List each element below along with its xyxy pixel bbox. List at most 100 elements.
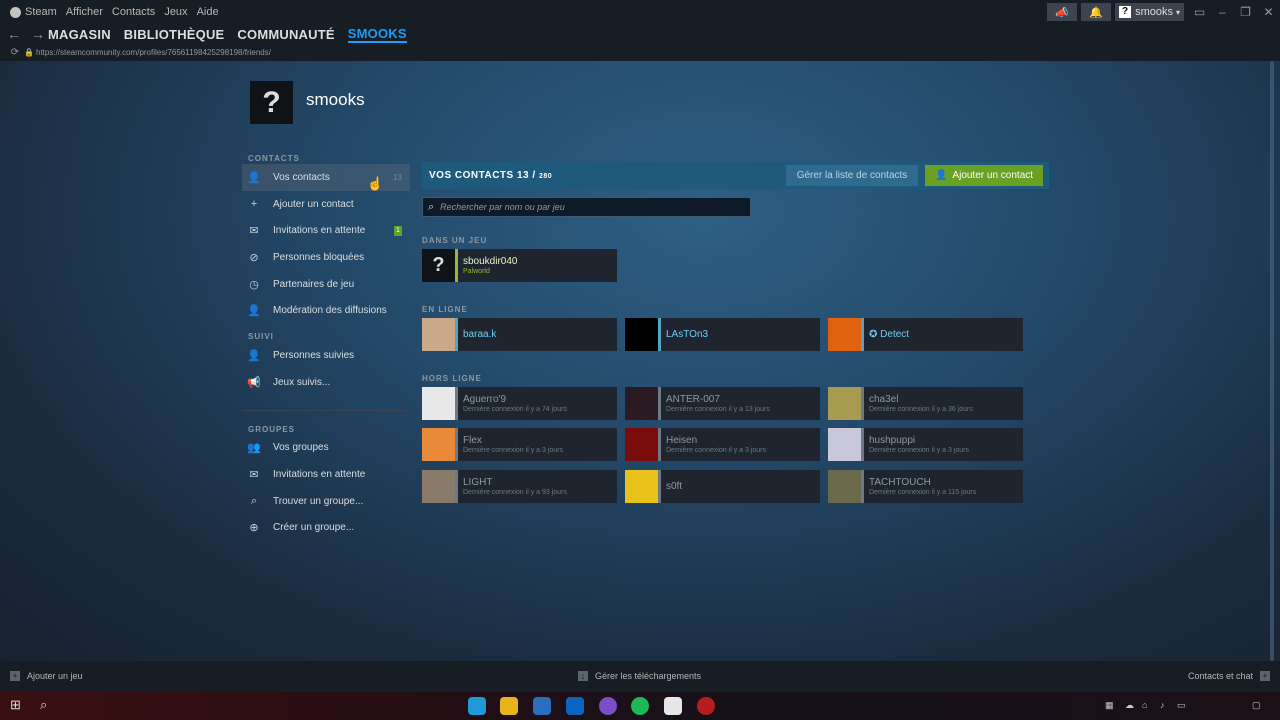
contact-card[interactable]: baraa.k <box>422 318 617 351</box>
contact-card[interactable]: s0ft <box>625 469 820 503</box>
outlook-icon[interactable] <box>566 697 584 715</box>
tray-battery-icon[interactable]: ▭ <box>1177 700 1186 711</box>
notification-center-icon[interactable]: ▢ <box>1252 700 1261 711</box>
messenger-icon[interactable] <box>599 697 617 715</box>
windows-start-icon[interactable]: ⊞ <box>10 697 28 715</box>
add-contact-label: Ajouter un contact <box>952 170 1034 181</box>
profile-avatar[interactable]: ? <box>250 81 293 124</box>
refresh-icon[interactable]: ⟳ <box>8 47 22 58</box>
contact-card[interactable]: ? sboukdir040 Palworld <box>422 249 617 282</box>
downloads-button[interactable]: ↓ Gérer les téléchargements <box>578 671 701 681</box>
contact-name: ✪ Detect <box>869 329 910 340</box>
search-input[interactable] <box>440 202 731 212</box>
tray-volume-icon[interactable]: ♪ <box>1160 700 1165 710</box>
tray-network-icon[interactable]: ⌂ <box>1142 700 1147 710</box>
sidebar-item-label: Personnes suivies <box>273 349 355 361</box>
sidebar-divider <box>242 409 410 411</box>
menu-aide[interactable]: Aide <box>197 6 219 18</box>
sidebar-item-vos-groupes[interactable]: 👥 Vos groupes <box>242 435 410 462</box>
sidebar-item-creer-groupe[interactable]: ⊕ Créer un groupe... <box>242 515 410 542</box>
scrollbar[interactable] <box>1270 61 1274 661</box>
sidebar-item-invitations[interactable]: ✉ Invitations en attente 1 <box>242 217 410 244</box>
search-icon: ⌕ <box>428 200 435 213</box>
add-game-button[interactable]: + Ajouter un jeu <box>10 671 83 681</box>
sidebar-item-jeux-suivis[interactable]: 📢 Jeux suivis... <box>242 369 410 396</box>
big-picture-icon[interactable]: ▭ <box>1188 5 1211 19</box>
contacts-max: 280 <box>538 173 553 180</box>
sidebar-item-label: Personnes bloquées <box>273 251 365 263</box>
app-icon[interactable] <box>697 697 715 715</box>
sidebar-item-vos-contacts[interactable]: 👤 Vos contacts 13 ☝ <box>242 164 410 191</box>
forward-arrow-icon[interactable]: → <box>28 26 48 42</box>
user-menu-button[interactable]: ? smooks ▾ <box>1115 3 1184 21</box>
menu-steam[interactable]: Steam <box>25 6 57 18</box>
moderation-icon: 👤 <box>247 305 261 318</box>
friends-chat-button[interactable]: Contacts et chat + <box>1188 671 1270 681</box>
contact-name: s0ft <box>666 480 683 492</box>
contact-card[interactable]: hushpuppi Dernière connexion il y a 3 jou… <box>828 428 1023 462</box>
sidebar-item-moderation[interactable]: 👤 Modération des diffusions <box>242 297 410 324</box>
sidebar-item-bloquees[interactable]: ⊘ Personnes bloquées <box>242 244 410 271</box>
spotify-icon[interactable] <box>631 697 649 715</box>
contact-status: Dernière connexion il y a 74 jours <box>463 406 567 413</box>
contact-card[interactable]: ✪ Detect <box>828 318 1023 351</box>
manage-contacts-button[interactable]: Gérer la liste de contacts <box>786 165 918 186</box>
sidebar-item-label: Créer un groupe... <box>273 522 355 534</box>
tab-communaute[interactable]: COMMUNAUTÉ <box>237 27 334 42</box>
broadcast-button[interactable]: 📣 <box>1047 3 1078 21</box>
contact-avatar <box>828 428 861 462</box>
downloads-label: Gérer les téléchargements <box>595 671 702 681</box>
plus-icon: + <box>10 671 20 681</box>
url-text[interactable]: https://steamcommunity.com/profiles/7656… <box>36 48 271 57</box>
contact-card[interactable]: cha3el Dernière connexion il y a 36 jours <box>828 387 1023 420</box>
contact-avatar <box>625 387 658 420</box>
contact-name: LIGHT <box>463 476 493 488</box>
tray-app-icon[interactable]: ▦ <box>1105 700 1114 711</box>
sidebar-item-personnes-suivies[interactable]: 👤 Personnes suivies <box>242 342 410 369</box>
menu-afficher[interactable]: Afficher <box>66 6 103 18</box>
contact-card[interactable]: ANTER-007 Dernière connexion il y a 13 jo… <box>625 387 820 420</box>
search-icon[interactable]: ⌕ <box>40 697 58 715</box>
minimize-icon[interactable]: – <box>1211 5 1234 19</box>
steam-taskbar-icon[interactable] <box>664 697 682 715</box>
sidebar-item-trouver-groupe[interactable]: ⌕ Trouver un groupe... <box>242 488 410 515</box>
file-explorer-icon[interactable] <box>500 697 518 715</box>
footer-bar: + Ajouter un jeu ↓ Gérer les téléchargem… <box>0 661 1280 692</box>
edge-icon[interactable] <box>468 697 486 715</box>
plus-circle-icon: ⊕ <box>249 522 259 535</box>
contact-card[interactable]: Aguerro'9 Dernière connexion il y a 74 jo… <box>422 387 617 420</box>
friends-chat-label: Contacts et chat <box>1187 671 1253 681</box>
tab-smooks[interactable]: SMOOKS <box>347 26 407 43</box>
sidebar-item-partenaires[interactable]: ◷ Partenaires de jeu <box>242 271 410 298</box>
contact-card[interactable]: Heisen Dernière connexion il y a 3 jours <box>625 428 820 462</box>
contact-card[interactable]: LIGHT Dernière connexion il y a 93 jours <box>422 469 617 503</box>
contact-card[interactable]: Flex Dernière connexion il y a 3 jours <box>422 428 617 462</box>
contact-status: Dernière connexion il y a 3 jours <box>666 447 766 455</box>
notifications-button[interactable]: 🔔 <box>1081 3 1112 21</box>
add-contact-button[interactable]: 👤 Ajouter un contact <box>925 165 1043 186</box>
contact-avatar: ? <box>422 249 455 282</box>
tab-magasin[interactable]: MAGASIN <box>48 27 111 42</box>
back-arrow-icon[interactable]: ← <box>4 26 24 42</box>
profile-name[interactable]: smooks <box>306 90 365 110</box>
nav-bar: ← → MAGASIN BIBLIOTHÈQUE COMMUNAUTÉ SMOO… <box>0 24 1280 44</box>
tray-cloud-icon[interactable]: ☁ <box>1125 700 1134 711</box>
store-icon[interactable] <box>533 697 551 715</box>
chevron-down-icon: ▾ <box>1175 7 1180 17</box>
contact-text: LIGHT Dernière connexion il y a 93 jours <box>458 477 567 496</box>
sidebar-item-label: Ajouter un contact <box>273 198 354 210</box>
group-title-online: EN LIGNE <box>422 305 468 314</box>
close-icon[interactable]: ✕ <box>1257 5 1280 19</box>
sidebar-item-label: Vos contacts <box>273 171 330 183</box>
maximize-icon[interactable]: ❐ <box>1234 5 1257 19</box>
menu-contacts[interactable]: Contacts <box>112 6 155 18</box>
contact-card[interactable]: LAsTOn3 <box>625 318 820 351</box>
sidebar-item-ajouter-contact[interactable]: + Ajouter un contact <box>242 191 410 218</box>
contact-card[interactable]: TACHTOUCH Dernière connexion il y a 115 j… <box>828 469 1023 503</box>
sidebar-item-invitations-groupes[interactable]: ✉ Invitations en attente <box>242 461 410 488</box>
tab-bibliotheque[interactable]: BIBLIOTHÈQUE <box>124 27 225 42</box>
contact-avatar <box>828 387 861 420</box>
megaphone-icon: 📢 <box>247 376 261 389</box>
steam-window: Steam Afficher Contacts Jeux Aide 📣 🔔 ? … <box>0 0 1280 720</box>
menu-jeux[interactable]: Jeux <box>164 6 187 18</box>
